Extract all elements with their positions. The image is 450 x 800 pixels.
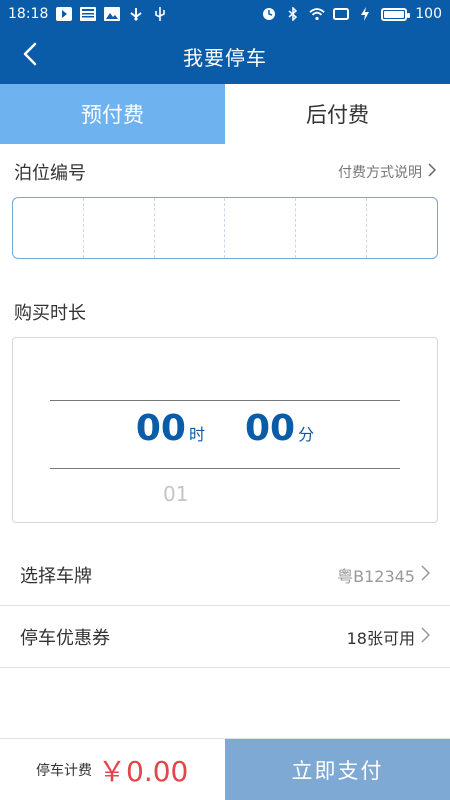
plate-value-group: 粤B12345 bbox=[337, 563, 431, 587]
coupon-label: 停车优惠券 bbox=[20, 627, 110, 649]
berth-digit-cell[interactable] bbox=[155, 198, 226, 258]
pay-now-button[interactable]: 立即支付 bbox=[225, 739, 450, 800]
bottom-pay-bar: 停车计费 ￥0.00 立即支付 bbox=[0, 738, 450, 800]
minutes-value[interactable]: 00 bbox=[245, 408, 295, 449]
picker-divider-top bbox=[50, 400, 400, 401]
berth-title: 泊位编号 bbox=[14, 163, 86, 184]
page-title: 我要停车 bbox=[183, 45, 267, 70]
status-time: 18:18 bbox=[8, 6, 49, 22]
duration-section-header: 购买时长 bbox=[14, 298, 436, 326]
charging-icon bbox=[357, 7, 373, 21]
payment-tabs: 预付费 后付费 bbox=[0, 84, 450, 144]
chevron-right-icon bbox=[421, 626, 431, 647]
bluetooth-icon bbox=[285, 7, 301, 21]
fee-value: ￥0.00 bbox=[98, 754, 189, 788]
duration-title: 购买时长 bbox=[14, 303, 86, 324]
hours-unit: 时 bbox=[188, 425, 205, 444]
wifi-icon bbox=[309, 7, 325, 21]
hours-value[interactable]: 00 bbox=[136, 408, 186, 449]
plate-value: 粤B12345 bbox=[337, 566, 415, 586]
minutes-unit: 分 bbox=[298, 425, 315, 444]
alarm-icon bbox=[261, 7, 277, 21]
plate-label: 选择车牌 bbox=[20, 565, 92, 587]
berth-digit-cell[interactable] bbox=[296, 198, 368, 258]
usb-icon bbox=[128, 7, 144, 21]
battery-level: 100 bbox=[415, 6, 442, 22]
screen-icon bbox=[333, 7, 350, 21]
fee-summary: 停车计费 ￥0.00 bbox=[0, 739, 225, 800]
usb-plug-icon bbox=[152, 7, 168, 21]
status-bar: 18:18 100 bbox=[0, 0, 450, 28]
hours-next-option[interactable]: 01 bbox=[163, 482, 188, 506]
payment-help-link[interactable]: 付费方式说明 bbox=[338, 162, 437, 182]
nav-bar: 我要停车 bbox=[0, 28, 450, 84]
chevron-right-icon bbox=[421, 564, 431, 585]
picker-divider-bottom bbox=[50, 468, 400, 469]
parking-coupon-row[interactable]: 停车优惠券 18张可用 bbox=[0, 606, 450, 668]
tab-prepaid[interactable]: 预付费 bbox=[0, 84, 225, 144]
berth-digit-cell[interactable] bbox=[13, 198, 84, 258]
chevron-left-icon bbox=[22, 42, 38, 70]
back-button[interactable] bbox=[10, 36, 50, 76]
image-icon bbox=[104, 7, 121, 21]
picker-selected-row: 00 时 00 分 bbox=[13, 408, 437, 464]
coupon-value: 18张可用 bbox=[346, 628, 415, 648]
news-icon bbox=[80, 7, 97, 21]
fee-label: 停车计费 bbox=[36, 762, 92, 779]
battery-icon bbox=[381, 7, 411, 21]
berth-section-header: 泊位编号 付费方式说明 bbox=[14, 158, 437, 186]
select-plate-row[interactable]: 选择车牌 粤B12345 bbox=[0, 544, 450, 606]
coupon-value-group: 18张可用 bbox=[346, 625, 431, 649]
berth-digit-cell[interactable] bbox=[225, 198, 297, 258]
berth-digit-cell[interactable] bbox=[84, 198, 155, 258]
payment-help-label: 付费方式说明 bbox=[338, 165, 422, 181]
tab-postpaid[interactable]: 后付费 bbox=[225, 84, 450, 144]
chevron-right-icon bbox=[428, 163, 437, 181]
berth-digit-cell[interactable] bbox=[367, 198, 437, 258]
duration-picker[interactable]: 00 时 00 分 01 bbox=[12, 337, 438, 523]
play-icon bbox=[56, 7, 73, 21]
berth-number-input[interactable] bbox=[12, 197, 438, 259]
